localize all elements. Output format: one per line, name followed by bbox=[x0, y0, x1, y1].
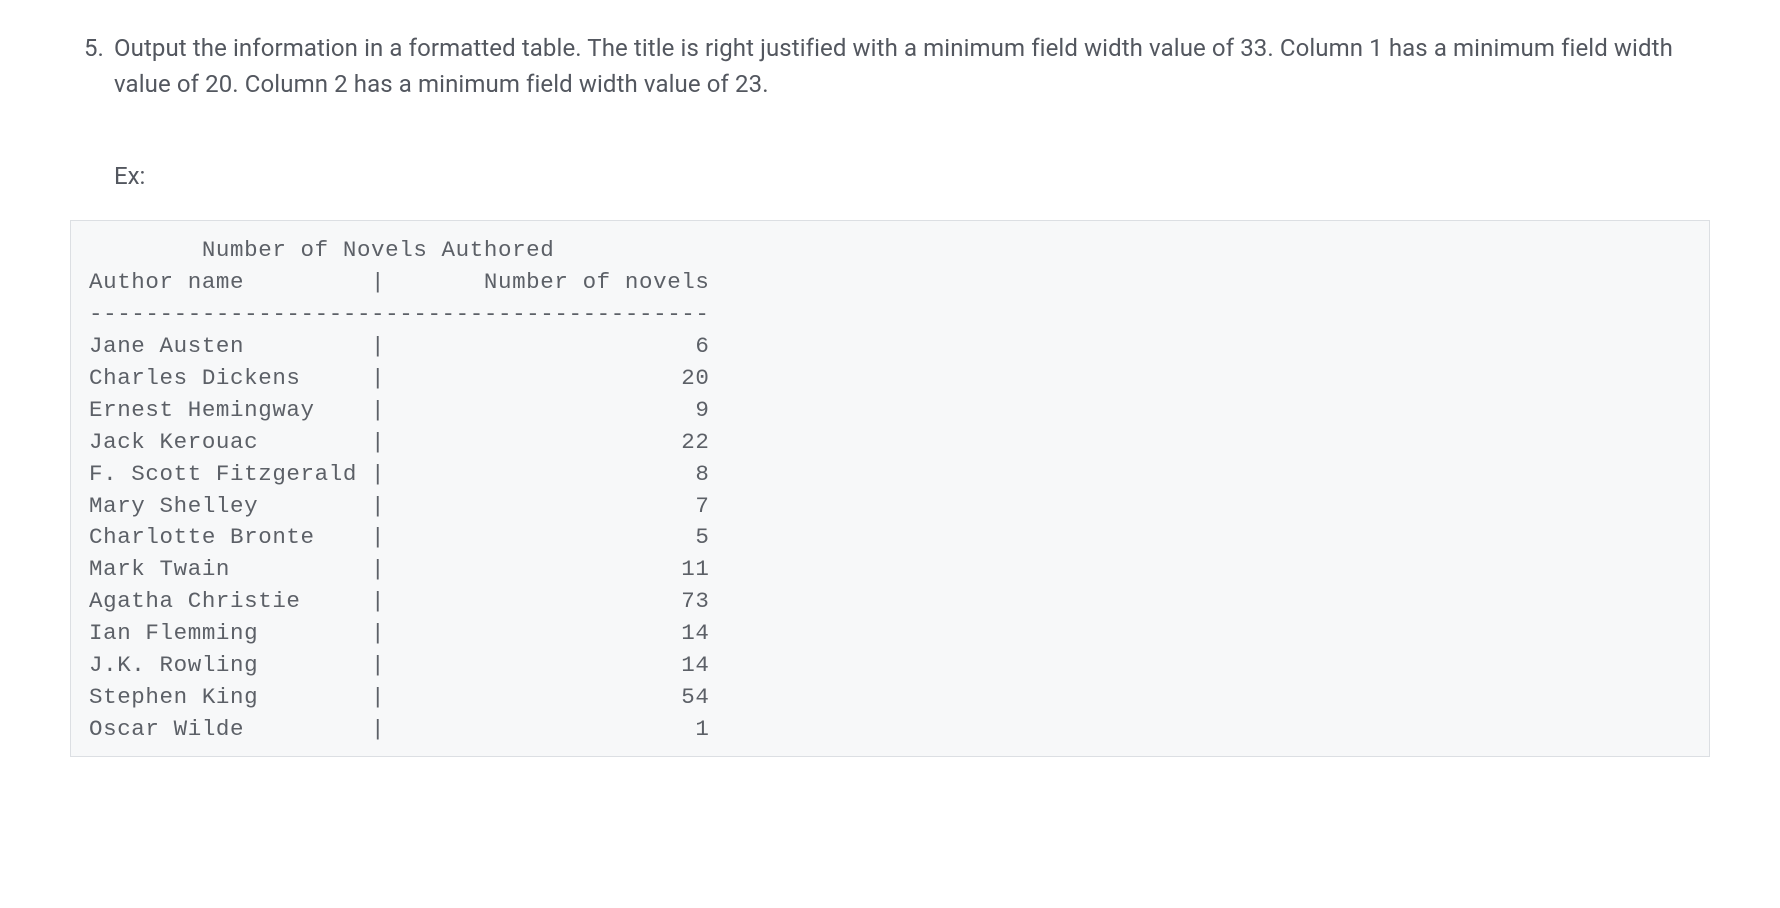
step-number: 5. bbox=[70, 30, 114, 66]
instruction-step: 5. Output the information in a formatted… bbox=[70, 30, 1710, 102]
formatted-table-output: Number of Novels Authored Author name | … bbox=[70, 220, 1710, 757]
page-content: 5. Output the information in a formatted… bbox=[0, 0, 1780, 757]
step-text: Output the information in a formatted ta… bbox=[114, 30, 1710, 102]
example-label: Ex: bbox=[114, 158, 1710, 194]
